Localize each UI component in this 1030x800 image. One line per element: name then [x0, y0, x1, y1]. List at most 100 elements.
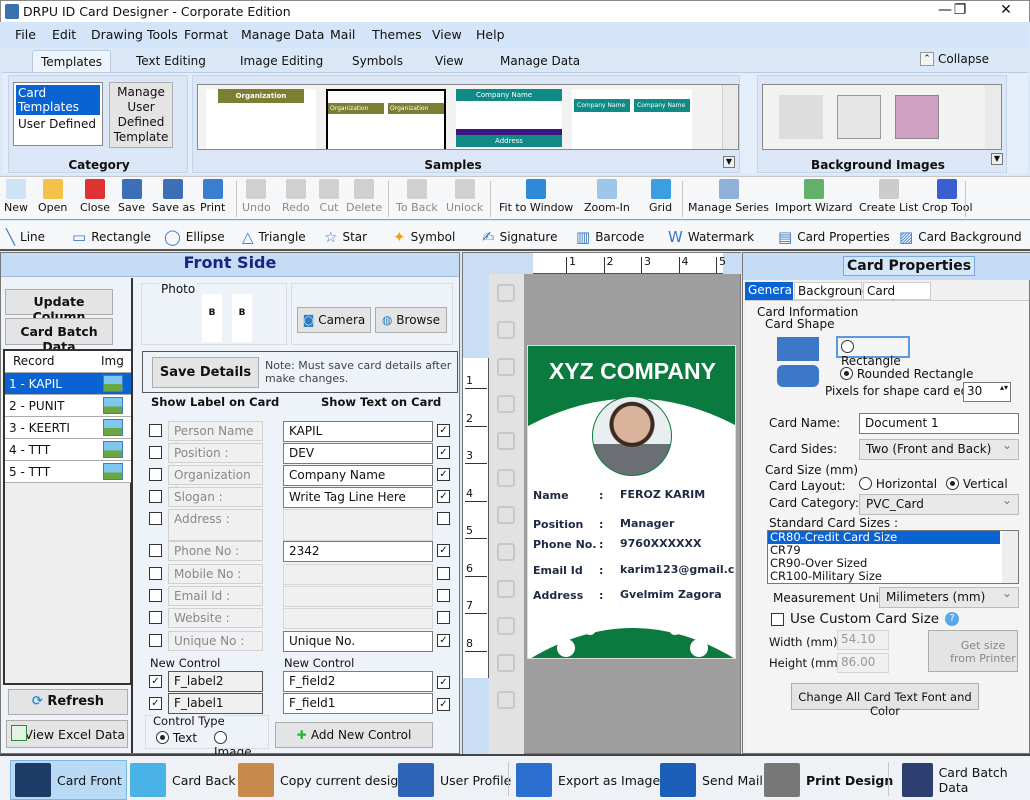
- tab-manage-data[interactable]: Manage Data: [492, 50, 588, 72]
- show-text-checkbox[interactable]: ✓: [437, 468, 450, 481]
- background-expand-icon[interactable]: ▼: [991, 153, 1003, 165]
- export-as-image-button[interactable]: Export as Image: [512, 760, 664, 800]
- show-text-checkbox[interactable]: ✓: [437, 424, 450, 437]
- standard-sizes-list[interactable]: CR80-Credit Card Size CR79 CR90-Over Sized…: [767, 530, 1019, 584]
- menu-drawing-tools[interactable]: Drawing Tools: [91, 27, 178, 42]
- background-thumb-1[interactable]: [779, 95, 823, 139]
- sizes-scrollbar[interactable]: [1002, 531, 1018, 583]
- shape-star[interactable]: ☆ Star: [324, 228, 367, 246]
- rounded-rectangle-radio[interactable]: Rounded Rectangle: [840, 367, 973, 381]
- align-bottom-icon[interactable]: [497, 543, 515, 561]
- show-text-checkbox[interactable]: [437, 567, 450, 580]
- tab-general[interactable]: General: [745, 282, 795, 300]
- menu-themes[interactable]: Themes: [372, 27, 422, 42]
- control-type-text-radio[interactable]: Text: [156, 731, 197, 745]
- card-name-input[interactable]: Document 1: [859, 413, 1019, 434]
- user-profile-button[interactable]: User Profile: [394, 760, 515, 800]
- align-right-icon[interactable]: [497, 469, 515, 487]
- record-row[interactable]: 2 - PUNIT: [5, 395, 131, 417]
- close-window-button[interactable]: ✕: [991, 2, 1021, 18]
- cut-button[interactable]: Cut: [319, 179, 339, 219]
- new-control-label-checkbox[interactable]: ✓: [149, 697, 162, 710]
- samples-expand-icon[interactable]: ▼: [723, 156, 735, 168]
- new-button[interactable]: New: [4, 179, 28, 219]
- tab-text-editing[interactable]: Text Editing: [128, 50, 214, 72]
- tab-image-editing[interactable]: Image Editing: [232, 50, 331, 72]
- new-control-value-input[interactable]: F_field2: [283, 671, 433, 692]
- menu-mail[interactable]: Mail: [330, 27, 355, 42]
- tab-symbols[interactable]: Symbols: [344, 50, 411, 72]
- menu-format[interactable]: Format: [184, 27, 228, 42]
- rectangle-radio[interactable]: Rectangle: [836, 336, 910, 368]
- align-top-icon[interactable]: [497, 506, 515, 524]
- open-button[interactable]: Open: [38, 179, 67, 219]
- import-wizard-button[interactable]: Import Wizard: [775, 179, 853, 219]
- maximize-button[interactable]: ❐: [945, 2, 975, 18]
- lock-icon[interactable]: [497, 358, 515, 376]
- width-spinner[interactable]: 54.10: [837, 630, 889, 650]
- shape-symbol[interactable]: ✦ Symbol: [393, 228, 455, 246]
- new-control-text-checkbox[interactable]: ✓: [437, 698, 450, 711]
- category-list[interactable]: Card Templates User Defined: [13, 82, 103, 146]
- save-details-button[interactable]: Save Details: [152, 357, 259, 388]
- field-value-input[interactable]: Company Name: [283, 465, 433, 486]
- manage-user-defined-template-button[interactable]: Manage User Defined Template: [109, 82, 173, 148]
- new-control-label-checkbox[interactable]: ✓: [149, 675, 162, 688]
- sample-template-4[interactable]: Company Name Company Name: [572, 89, 692, 149]
- shape-card-properties[interactable]: ▤ Card Properties: [778, 228, 890, 246]
- undo-button[interactable]: Undo: [242, 179, 271, 219]
- distribute-icon[interactable]: [497, 654, 515, 672]
- browse-button[interactable]: ◍ Browse: [375, 307, 447, 333]
- field-value-input[interactable]: 2342: [283, 541, 433, 562]
- shape-watermark[interactable]: W Watermark: [668, 228, 754, 246]
- card-batch-data-button[interactable]: Card Batch Data: [898, 760, 1030, 800]
- field-value-input[interactable]: [283, 586, 433, 607]
- to-back-button[interactable]: To Back: [396, 179, 438, 219]
- standard-size-option[interactable]: CR100-Military Size: [768, 570, 1000, 583]
- record-row[interactable]: 3 - KEERTI: [5, 417, 131, 439]
- sample-template-1[interactable]: Organization: [206, 89, 316, 149]
- tab-view[interactable]: View: [427, 50, 471, 72]
- photo-thumb-2[interactable]: B: [232, 294, 252, 342]
- save-button[interactable]: Save: [118, 179, 145, 219]
- new-control-label-input[interactable]: F_label1: [168, 693, 263, 714]
- shape-triangle[interactable]: △ Triangle: [242, 228, 306, 246]
- align-middle-icon[interactable]: [497, 617, 515, 635]
- field-value-input[interactable]: [283, 564, 433, 585]
- delete-button[interactable]: Delete: [346, 179, 382, 219]
- show-text-checkbox[interactable]: ✓: [437, 634, 450, 647]
- send-mail-button[interactable]: Send Mail: [656, 760, 767, 800]
- standard-size-option[interactable]: CR80-Credit Card Size: [768, 531, 1000, 544]
- print-design-button[interactable]: Print Design: [760, 760, 897, 800]
- align-center-icon[interactable]: [497, 580, 515, 598]
- shape-barcode[interactable]: ▥ Barcode: [576, 228, 644, 246]
- card-front-button[interactable]: Card Front: [10, 760, 127, 800]
- add-new-control-button[interactable]: ✚ Add New Control: [275, 722, 433, 748]
- show-label-checkbox[interactable]: [149, 634, 162, 647]
- shape-card-background[interactable]: ▨ Card Background: [899, 228, 1022, 246]
- show-text-checkbox[interactable]: ✓: [437, 490, 450, 503]
- shape-signature[interactable]: ✍ Signature: [482, 228, 557, 246]
- fit-to-window-button[interactable]: Fit to Window: [499, 179, 573, 219]
- new-control-text-checkbox[interactable]: ✓: [437, 676, 450, 689]
- card-back-button[interactable]: Card Back: [126, 760, 240, 800]
- show-label-checkbox[interactable]: [149, 544, 162, 557]
- field-value-input[interactable]: DEV: [283, 443, 433, 464]
- card-batch-data-button[interactable]: Card Batch Data: [5, 318, 113, 354]
- refresh-button[interactable]: ⟳ Refresh: [8, 689, 128, 715]
- photo-thumb-1[interactable]: B: [202, 294, 222, 342]
- record-row[interactable]: 5 - TTT: [5, 461, 131, 483]
- tab-templates[interactable]: Templates: [32, 50, 112, 72]
- menu-help[interactable]: Help: [476, 27, 505, 42]
- redo-button[interactable]: Redo: [282, 179, 310, 219]
- show-text-checkbox[interactable]: [437, 611, 450, 624]
- menu-edit[interactable]: Edit: [52, 27, 76, 42]
- camera-button[interactable]: ◙ Camera: [297, 307, 371, 333]
- change-font-color-button[interactable]: Change All Card Text Font and Color: [791, 683, 979, 718]
- background-thumb-2[interactable]: [837, 95, 881, 139]
- card-sides-select[interactable]: Two (Front and Back): [859, 438, 1019, 460]
- grid-button[interactable]: Grid: [649, 179, 672, 219]
- collapse-button[interactable]: ⌃ Collapse: [920, 52, 989, 66]
- update-column-button[interactable]: Update Column: [5, 289, 113, 324]
- show-label-checkbox[interactable]: [149, 589, 162, 602]
